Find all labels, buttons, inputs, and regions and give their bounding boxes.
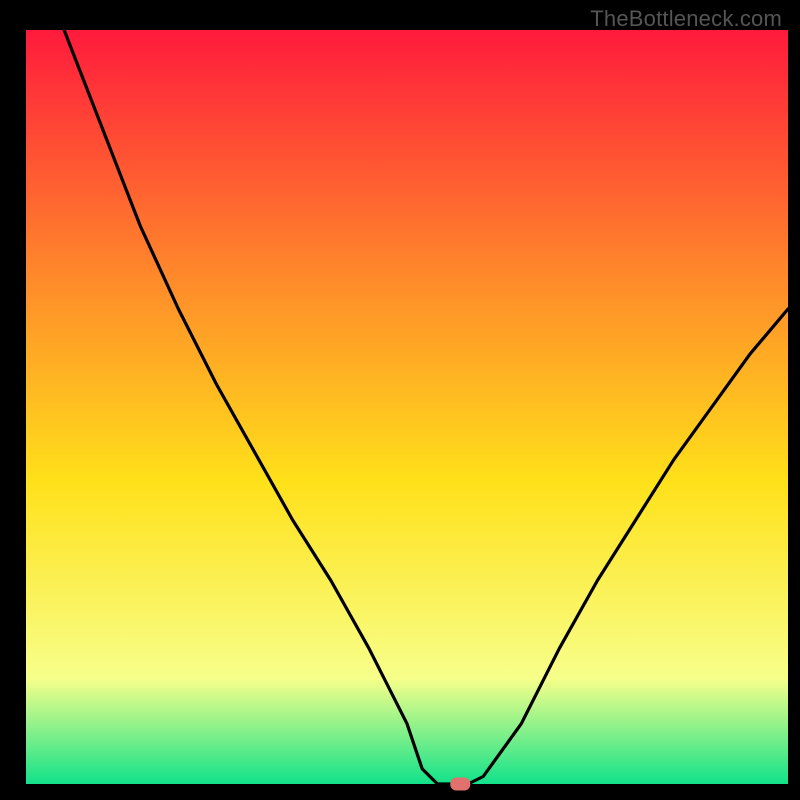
chart-container: TheBottleneck.com: [0, 0, 800, 800]
optimal-marker: [450, 778, 470, 791]
plot-area: [26, 30, 788, 784]
watermark-text: TheBottleneck.com: [590, 6, 782, 32]
bottleneck-chart: [0, 0, 800, 800]
